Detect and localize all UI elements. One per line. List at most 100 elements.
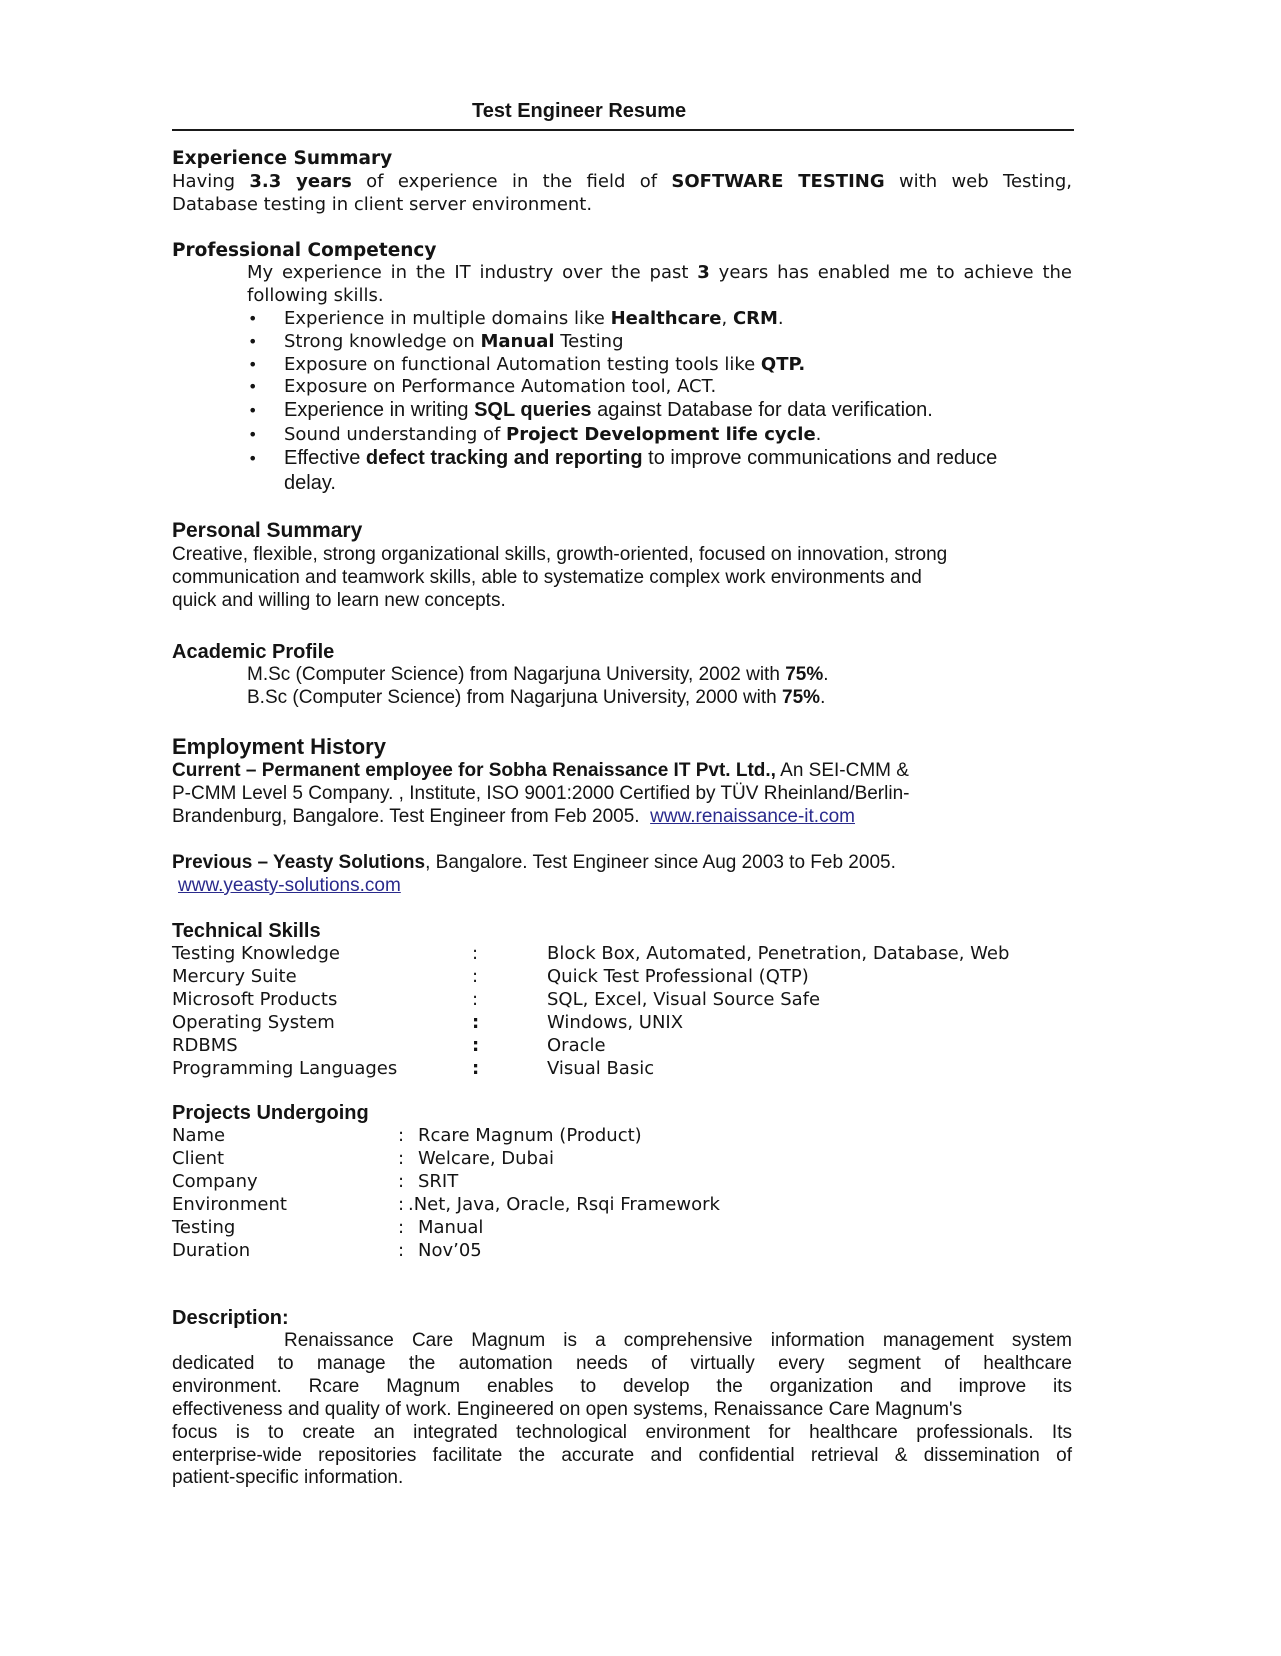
description-line: environment. Rcare Magnum enables to dev… xyxy=(172,1375,1072,1397)
separator: : xyxy=(398,1240,405,1261)
text: Experience in multiple domains like xyxy=(284,308,611,329)
bullet-text-continuation: delay. xyxy=(284,472,336,494)
text: against Database for data verification. xyxy=(591,399,933,421)
bullet-icon: • xyxy=(248,401,258,420)
bold-text: CRM xyxy=(732,308,778,329)
document-title: Test Engineer Resume xyxy=(472,100,687,122)
technical-skills-heading: Technical Skills xyxy=(172,920,321,942)
previous-employer-bold: Previous – Yeasty Solutions xyxy=(172,852,426,873)
years-bold: 3.3 years xyxy=(249,171,352,192)
separator: : xyxy=(398,1194,405,1215)
text: Testing xyxy=(554,331,624,352)
skill-value: SQL, Excel, Visual Source Safe xyxy=(547,989,821,1010)
description-line: dedicated to manage the automation needs… xyxy=(172,1352,1072,1374)
project-label: Name xyxy=(172,1125,226,1146)
professional-competency-heading: Professional Competency xyxy=(172,240,437,261)
project-value: SRIT xyxy=(418,1171,459,1192)
bullet-text: Exposure on functional Automation testin… xyxy=(284,354,805,375)
project-label: Duration xyxy=(172,1240,251,1261)
project-value: Manual xyxy=(418,1217,484,1238)
personal-summary-heading: Personal Summary xyxy=(172,519,363,542)
separator: : xyxy=(398,1217,405,1238)
skill-label: Mercury Suite xyxy=(172,966,297,987)
academic-profile-heading: Academic Profile xyxy=(172,641,335,663)
description-line: focus is to create an integrated technol… xyxy=(172,1421,1072,1443)
separator: : xyxy=(472,966,479,987)
project-label: Client xyxy=(172,1148,225,1169)
bullet-text: Sound understanding of Project Developme… xyxy=(284,424,821,445)
project-value: Nov’05 xyxy=(418,1240,482,1261)
project-label: Environment xyxy=(172,1194,287,1215)
text: . xyxy=(777,308,784,329)
skill-label: Microsoft Products xyxy=(172,989,338,1010)
bold-text: QTP. xyxy=(760,354,806,375)
percentage-bold: 75% xyxy=(785,664,824,685)
skill-label: Programming Languages xyxy=(172,1058,398,1079)
description-heading: Description: xyxy=(172,1307,289,1329)
separator: : xyxy=(398,1148,405,1169)
bold-text: Healthcare xyxy=(610,308,722,329)
text: Exposure on functional Automation testin… xyxy=(284,354,761,375)
text: , Bangalore. Test Engineer since Aug 200… xyxy=(425,852,896,873)
bullet-icon: • xyxy=(248,425,258,444)
text: Having xyxy=(172,171,250,192)
description-line: patient-specific information. xyxy=(172,1467,404,1489)
text: , xyxy=(721,308,733,329)
bullet-icon: • xyxy=(248,332,258,351)
separator: : xyxy=(398,1171,405,1192)
description-line: enterprise-wide repositories facilitate … xyxy=(172,1444,1072,1466)
competency-intro-line-2: following skills. xyxy=(247,285,384,306)
text: . xyxy=(815,424,822,445)
yeasty-website-link[interactable]: www.yeasty-solutions.com xyxy=(178,875,401,896)
text: . xyxy=(820,687,826,708)
field-bold: SOFTWARE TESTING xyxy=(671,171,885,192)
text: M.Sc (Computer Science) from Nagarjuna U… xyxy=(247,664,786,685)
text: An SEI-CMM & xyxy=(775,760,909,781)
project-label: Testing xyxy=(172,1217,236,1238)
current-employment-line-1: Current – Permanent employee for Sobha R… xyxy=(172,760,909,782)
project-value: Rcare Magnum (Product) xyxy=(418,1125,642,1146)
bullet-text: Strong knowledge on Manual Testing xyxy=(284,331,624,352)
bullet-icon: • xyxy=(248,449,258,468)
skill-label: Testing Knowledge xyxy=(172,943,340,964)
separator: : xyxy=(472,943,479,964)
bullet-icon: • xyxy=(248,355,258,374)
description-paragraph: Renaissance Care Magnum is a comprehensi… xyxy=(172,1330,1072,1490)
text: . xyxy=(823,664,829,685)
years-bold: 3 xyxy=(697,262,710,283)
previous-employment-link-line: www.yeasty-solutions.com xyxy=(178,875,401,897)
separator: : xyxy=(472,1035,480,1056)
text: Strong knowledge on xyxy=(284,331,481,352)
text: My experience in the IT industry over th… xyxy=(247,262,698,283)
project-value: .Net, Java, Oracle, Rsqi Framework xyxy=(408,1194,720,1215)
bullet-icon: • xyxy=(248,377,258,396)
skill-value: Block Box, Automated, Penetration, Datab… xyxy=(547,943,1010,964)
skill-value: Visual Basic xyxy=(547,1058,655,1079)
description-line: Renaissance Care Magnum is a comprehensi… xyxy=(284,1330,1072,1351)
bold-text: defect tracking and reporting xyxy=(365,447,643,469)
text: to improve communications and reduce xyxy=(642,447,998,469)
bullet-text: Experience in multiple domains like Heal… xyxy=(284,308,784,329)
academic-item: B.Sc (Computer Science) from Nagarjuna U… xyxy=(247,687,825,709)
project-label: Company xyxy=(172,1171,258,1192)
text: years has enabled me to achieve the xyxy=(709,262,1073,283)
experience-summary-line-2: Database testing in client server enviro… xyxy=(172,194,593,215)
text: Effective xyxy=(284,447,366,469)
bold-text: SQL queries xyxy=(474,399,592,421)
text: of experience in the field of xyxy=(351,171,672,192)
personal-summary-line: quick and willing to learn new concepts. xyxy=(172,590,506,611)
title-divider xyxy=(172,129,1074,131)
skill-value: Windows, UNIX xyxy=(547,1012,684,1033)
bullet-text: Exposure on Performance Automation tool,… xyxy=(284,376,717,397)
skill-value: Quick Test Professional (QTP) xyxy=(547,966,809,987)
renaissance-website-link[interactable]: www.renaissance-it.com xyxy=(650,806,855,827)
description-line: effectiveness and quality of work. Engin… xyxy=(172,1398,963,1420)
project-value: Welcare, Dubai xyxy=(418,1148,554,1169)
separator: : xyxy=(398,1125,405,1146)
text: B.Sc (Computer Science) from Nagarjuna U… xyxy=(247,687,783,708)
personal-summary-line: Creative, flexible, strong organizationa… xyxy=(172,544,948,565)
separator: : xyxy=(472,989,479,1010)
percentage-bold: 75% xyxy=(782,687,821,708)
skill-label: Operating System xyxy=(172,1012,335,1033)
skill-value: Oracle xyxy=(547,1035,606,1056)
